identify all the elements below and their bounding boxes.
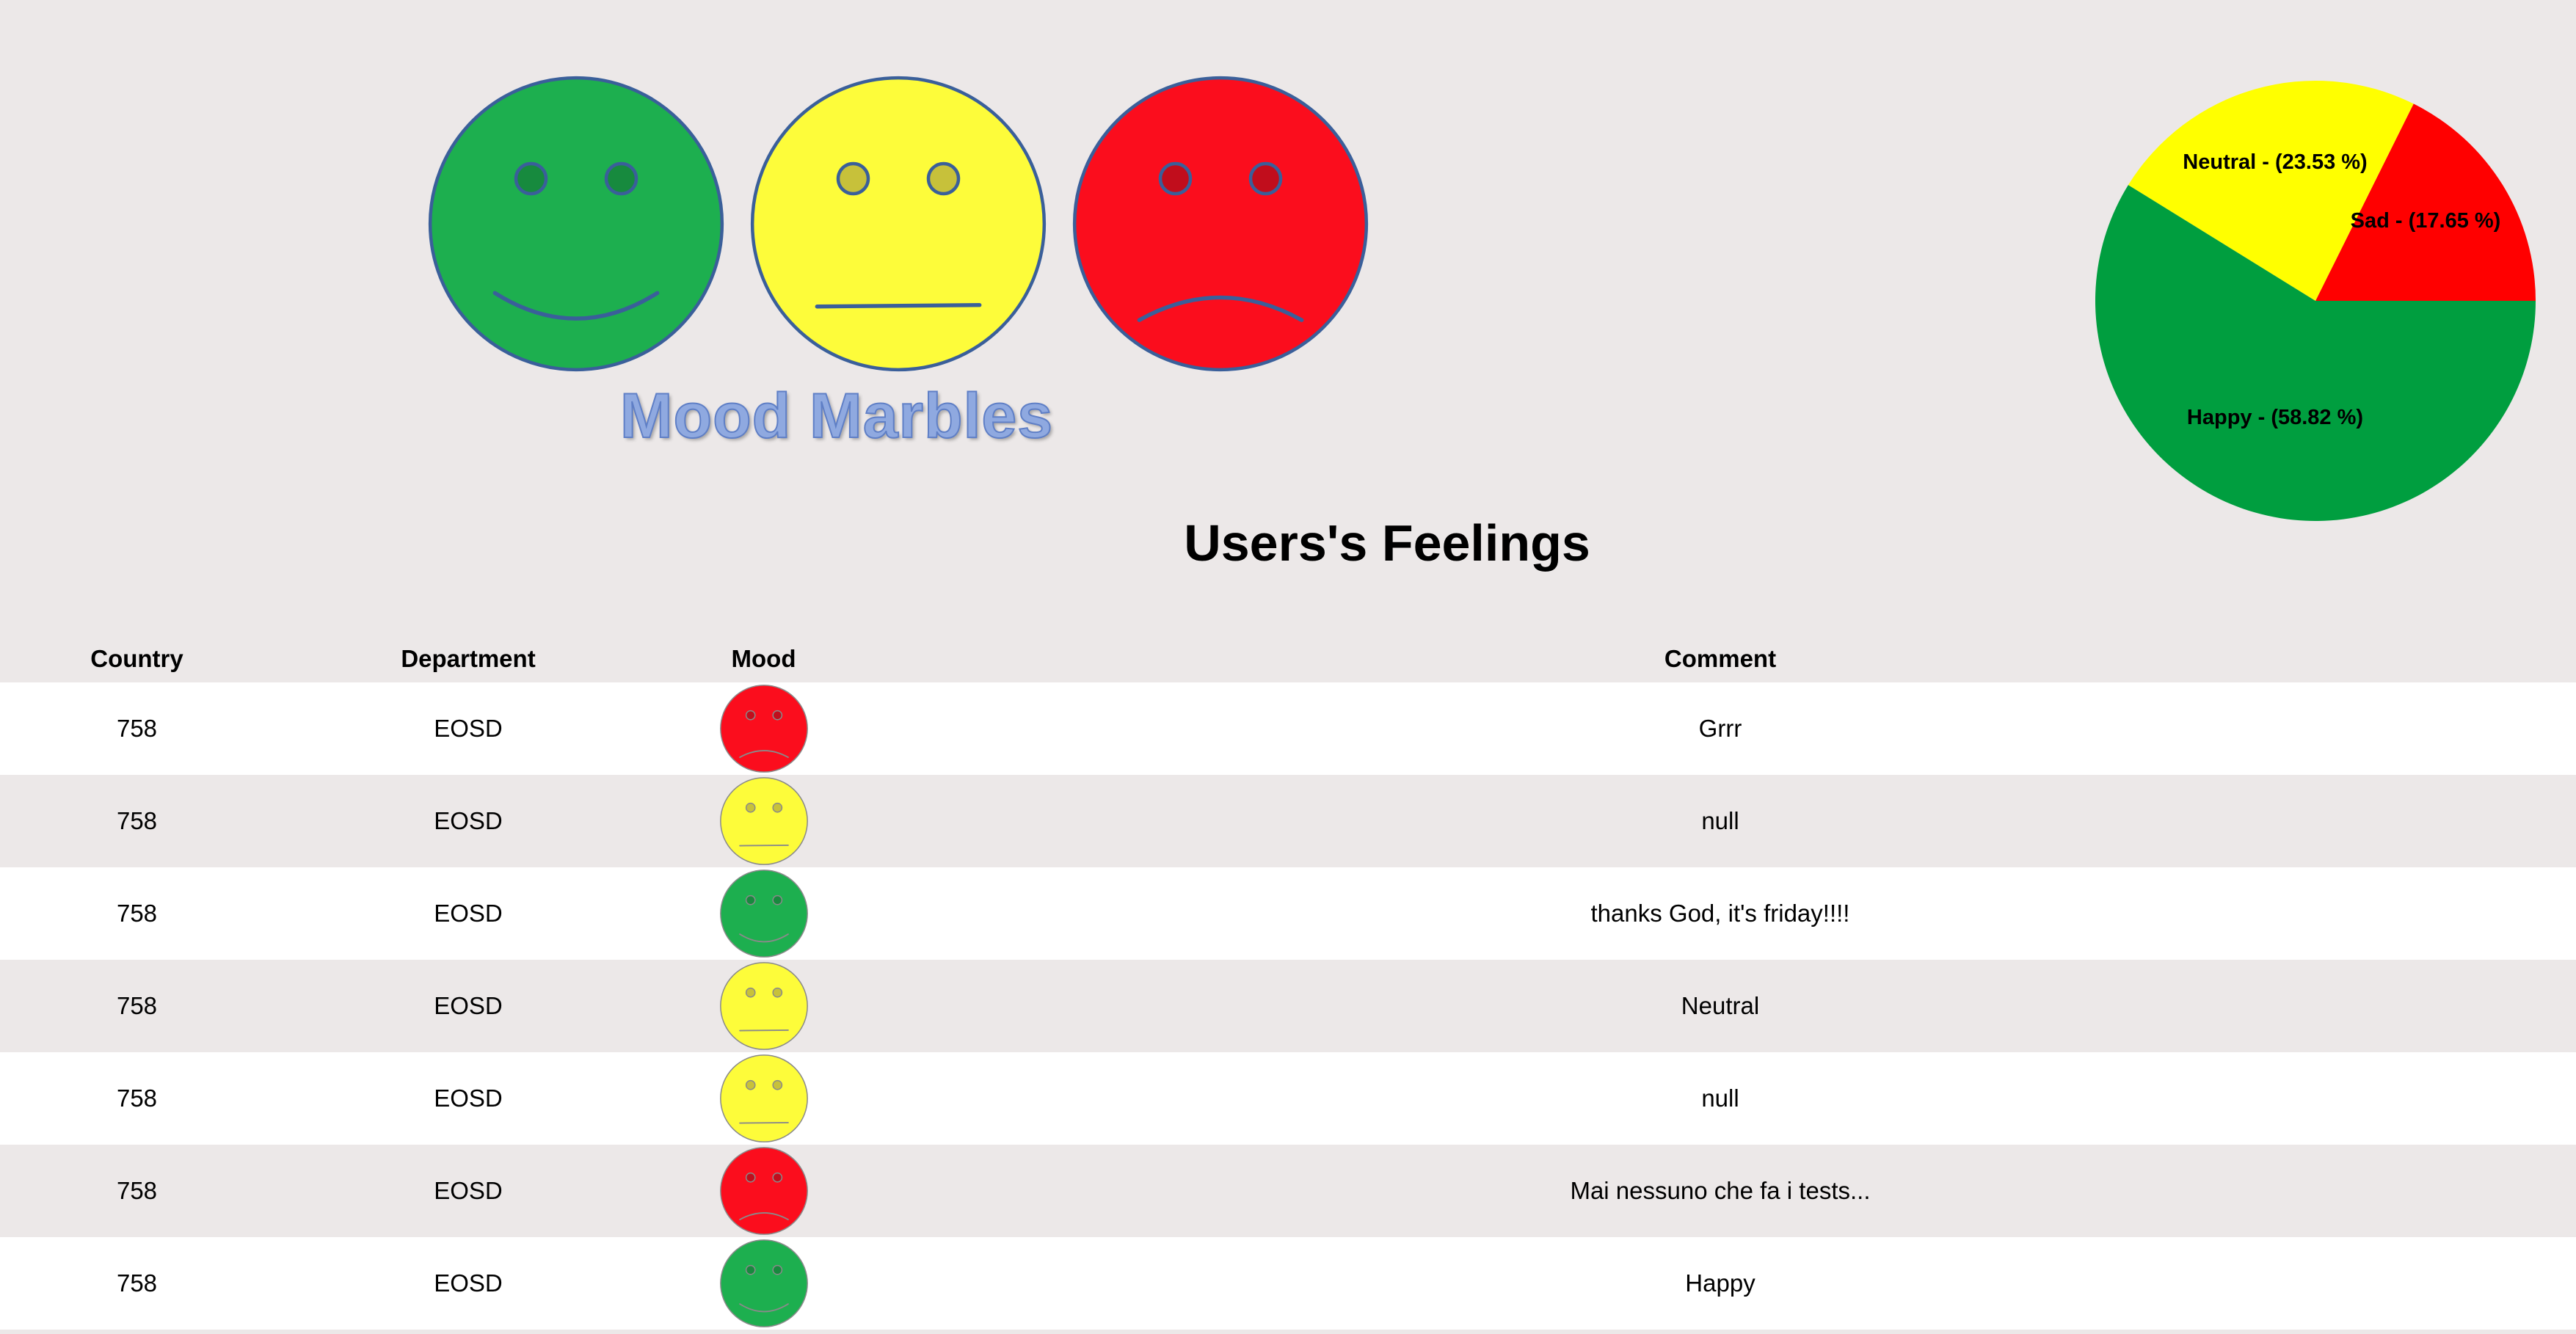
table-row: 758 EOSD null — [0, 1052, 2576, 1145]
happy-face-icon — [426, 73, 727, 374]
happy-face-icon — [719, 1239, 809, 1328]
pie-label-sad: Sad - (17.65 %) — [2351, 209, 2501, 233]
cell-mood — [663, 1054, 865, 1143]
mood-marbles-logo: Mood Marbles — [418, 66, 1372, 477]
cell-department: EOSD — [434, 807, 503, 834]
header-department: Department — [401, 644, 536, 672]
header-country: Country — [90, 644, 183, 672]
cell-department: EOSD — [434, 1085, 503, 1112]
table-row: 758 EOSD Grrr — [0, 682, 2576, 775]
cell-country: 758 — [116, 992, 158, 1019]
neutral-face-icon — [719, 776, 809, 866]
cell-comment: Grrr — [1698, 715, 1742, 742]
neutral-face-icon — [719, 961, 809, 1051]
cell-department: EOSD — [434, 992, 503, 1019]
table-body: 758 EOSD Grrr 758 EOSD null 758 EOSD thanks God,… — [0, 682, 2576, 1330]
cell-comment: thanks God, it's friday!!!! — [1590, 900, 1850, 927]
sad-face-icon — [719, 1146, 809, 1236]
cell-country: 758 — [116, 1269, 158, 1297]
cell-mood — [663, 961, 865, 1051]
table-row: 758 EOSD thanks God, it's friday!!!! — [0, 867, 2576, 960]
cell-country: 758 — [116, 900, 158, 927]
cell-department: EOSD — [434, 715, 503, 742]
cell-country: 758 — [116, 715, 158, 742]
cell-country: 758 — [116, 1085, 158, 1112]
cell-comment: Mai nessuno che fa i tests... — [1570, 1177, 1871, 1204]
pie-label-happy: Happy - (58.82 %) — [2187, 406, 2363, 429]
happy-face-icon — [719, 869, 809, 958]
cell-comment: Neutral — [1681, 992, 1760, 1019]
cell-department: EOSD — [434, 900, 503, 927]
table-row: 758 EOSD null — [0, 775, 2576, 867]
cell-mood — [663, 1146, 865, 1236]
sad-face-icon — [1070, 73, 1371, 374]
logo-title: Mood Marbles — [619, 380, 1054, 452]
cell-mood — [663, 1239, 865, 1328]
cell-department: EOSD — [434, 1177, 503, 1204]
cell-comment: Happy — [1685, 1269, 1755, 1297]
table-row: 758 EOSD Mai nessuno che fa i tests... — [0, 1145, 2576, 1237]
pie-chart-svg: Happy - (58.82 %) Neutral - (23.53 %) Sad … — [2095, 80, 2536, 522]
neutral-face-icon — [748, 73, 1049, 374]
table-row: 758 EOSD Happy — [0, 1237, 2576, 1330]
neutral-face-icon — [719, 1054, 809, 1143]
table-row: 758 EOSD Neutral — [0, 960, 2576, 1052]
cell-mood — [663, 684, 865, 773]
table-header: Country Department Mood Comment — [0, 635, 2576, 682]
feelings-table: Country Department Mood Comment 758 EOSD G… — [0, 635, 2576, 1330]
cell-department: EOSD — [434, 1269, 503, 1297]
sad-face-icon — [719, 684, 809, 773]
page-title: Users's Feelings — [1184, 514, 1590, 572]
cell-country: 758 — [116, 1177, 158, 1204]
cell-mood — [663, 776, 865, 866]
mood-pie-chart: Happy - (58.82 %) Neutral - (23.53 %) Sad … — [2092, 77, 2539, 525]
cell-country: 758 — [116, 807, 158, 834]
cell-comment: null — [1701, 1085, 1739, 1112]
header-mood: Mood — [731, 644, 796, 672]
cell-mood — [663, 869, 865, 958]
header-comment: Comment — [1664, 644, 1777, 672]
pie-label-neutral: Neutral - (23.53 %) — [2183, 150, 2367, 174]
cell-comment: null — [1701, 807, 1739, 834]
